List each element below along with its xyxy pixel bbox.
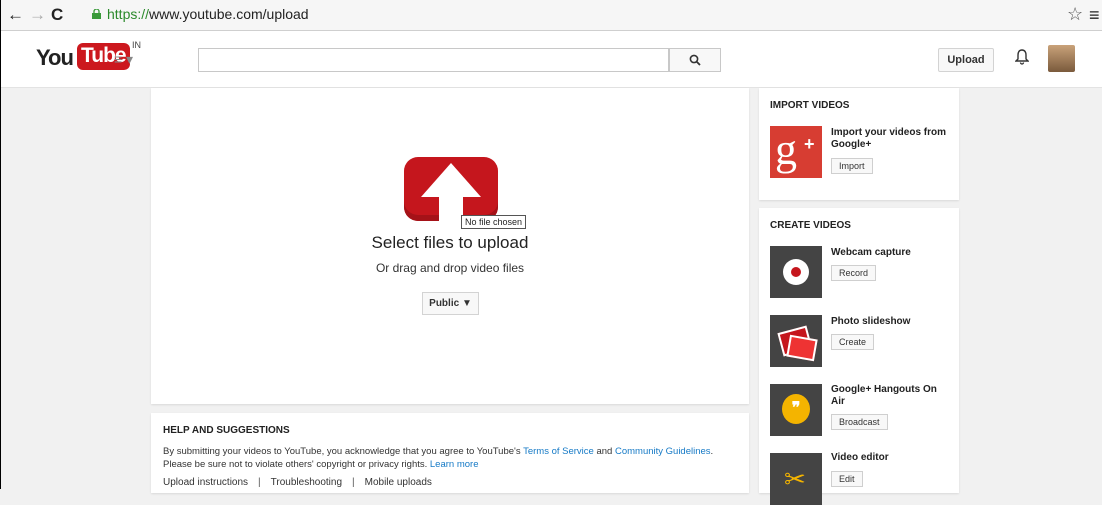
troubleshooting-link[interactable]: Troubleshooting — [271, 477, 342, 488]
upload-button[interactable]: Upload — [938, 48, 994, 72]
google-plus-g: g — [775, 125, 797, 174]
url-path: www.youtube.com/upload — [149, 6, 309, 22]
upload-arrow-icon[interactable] — [404, 157, 498, 221]
back-arrow-icon[interactable]: ← — [7, 5, 24, 25]
google-plus-plus: + — [804, 134, 815, 154]
arrow-head — [421, 163, 481, 197]
select-files-title[interactable]: Select files to upload — [151, 233, 749, 253]
reload-icon[interactable]: C — [51, 5, 63, 25]
help-links: Upload instructions | Troubleshooting | Mobi… — [163, 477, 432, 488]
terms-link[interactable]: Terms of Service — [523, 446, 594, 457]
photo-frame — [786, 334, 818, 362]
video-editor-icon: ✂ — [770, 453, 822, 505]
browser-toolbar: ← → C https://www.youtube.com/upload ☆ ≡ — [1, 0, 1102, 31]
drag-drop-hint: Or drag and drop video files — [375, 261, 525, 275]
import-title: IMPORT VIDEOS — [770, 100, 850, 111]
bookmark-star-icon[interactable]: ☆ — [1067, 4, 1083, 25]
import-button[interactable]: Import — [831, 158, 873, 174]
import-videos-panel: IMPORT VIDEOS g + Import your videos fro… — [759, 88, 959, 200]
search-button[interactable] — [669, 48, 721, 72]
browser-window: ← → C https://www.youtube.com/upload ☆ ≡… — [0, 0, 1102, 505]
learn-more-link[interactable]: Learn more — [430, 459, 479, 470]
upload-panel: No file chosen Select files to upload Or… — [151, 88, 749, 404]
bell-icon[interactable] — [1015, 49, 1029, 65]
webcam-label: Webcam capture — [831, 247, 911, 258]
hangouts-label: Google+ Hangouts On Air — [831, 384, 937, 407]
help-panel: HELP AND SUGGESTIONS By submitting your … — [151, 413, 749, 493]
help-text-part: By submitting your videos to YouTube, yo… — [163, 446, 524, 457]
edit-button[interactable]: Edit — [831, 471, 863, 487]
upload-instructions-link[interactable]: Upload instructions — [163, 477, 248, 488]
webcam-record-icon — [770, 246, 822, 298]
video-editor-label: Video editor — [831, 452, 889, 463]
import-label: Import your videos from Google+ — [831, 127, 947, 150]
logo-you: You — [36, 45, 74, 70]
create-title: CREATE VIDEOS — [770, 220, 851, 231]
create-slideshow-button[interactable]: Create — [831, 334, 875, 350]
record-button[interactable]: Record — [831, 265, 877, 281]
record-dot — [791, 267, 801, 277]
slideshow-label: Photo slideshow — [831, 316, 911, 327]
address-bar[interactable]: https://www.youtube.com/upload — [107, 6, 309, 22]
forward-arrow-icon[interactable]: → — [29, 5, 46, 25]
slideshow-icon — [770, 315, 822, 367]
create-videos-panel: CREATE VIDEOS Webcam capture Record Phot… — [759, 208, 959, 505]
record-circle — [783, 259, 809, 285]
separator: | — [258, 477, 261, 488]
hangouts-icon: ❞ — [770, 384, 822, 436]
lock-icon — [92, 9, 101, 19]
help-text: By submitting your videos to YouTube, yo… — [163, 445, 743, 471]
logo-region: IN — [132, 40, 141, 50]
mobile-uploads-link[interactable]: Mobile uploads — [365, 477, 432, 488]
broadcast-button[interactable]: Broadcast — [831, 414, 888, 430]
url-scheme: https:// — [107, 6, 150, 22]
google-plus-icon: g + — [770, 125, 822, 178]
browser-menu-icon[interactable]: ≡ — [1089, 5, 1100, 26]
search-input[interactable] — [198, 48, 669, 72]
arrow-stem — [439, 195, 463, 221]
file-input-tooltip: No file chosen — [461, 215, 527, 229]
separator: | — [352, 477, 355, 488]
hangouts-quote-icon: ❞ — [782, 394, 810, 424]
guidelines-link[interactable]: Community Guidelines — [615, 446, 711, 457]
privacy-dropdown[interactable]: Public ▼ — [422, 292, 479, 315]
help-title: HELP AND SUGGESTIONS — [163, 425, 290, 436]
avatar[interactable] — [1048, 45, 1075, 72]
guide-menu-button[interactable]: ≡ ▾ — [114, 51, 133, 68]
help-text-and: and — [593, 446, 615, 457]
search-icon — [689, 54, 701, 66]
youtube-header: You Tube IN ≡ ▾ Upload — [1, 31, 1102, 88]
